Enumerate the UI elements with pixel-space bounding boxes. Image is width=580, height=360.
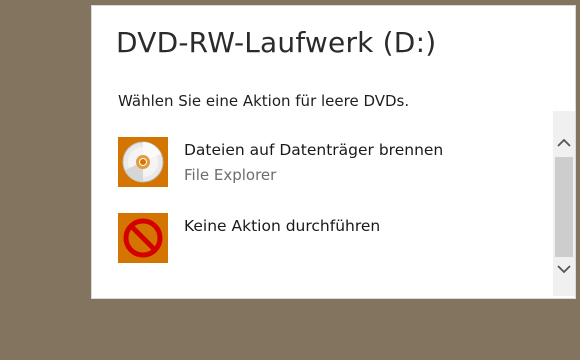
action-burn-sublabel: File Explorer bbox=[184, 166, 277, 184]
desktop-background: DVD-RW-Laufwerk (D:) Wählen Sie eine Akt… bbox=[0, 0, 580, 360]
action-burn-label: Dateien auf Datenträger brennen bbox=[184, 141, 444, 159]
scroll-down-button[interactable] bbox=[553, 259, 575, 279]
action-no-action-label: Keine Aktion durchführen bbox=[184, 217, 381, 235]
disc-burn-icon bbox=[118, 137, 168, 187]
autoplay-dialog: DVD-RW-Laufwerk (D:) Wählen Sie eine Akt… bbox=[92, 6, 575, 298]
vertical-scrollbar[interactable] bbox=[553, 111, 575, 296]
scrollbar-thumb[interactable] bbox=[555, 157, 573, 257]
chevron-up-icon bbox=[557, 138, 571, 147]
dialog-title: DVD-RW-Laufwerk (D:) bbox=[116, 26, 437, 59]
action-burn-files[interactable]: Dateien auf Datenträger brennen File Exp… bbox=[118, 137, 538, 189]
dialog-prompt: Wählen Sie eine Aktion für leere DVDs. bbox=[118, 92, 410, 110]
action-no-action[interactable]: Keine Aktion durchführen bbox=[118, 213, 538, 265]
no-action-icon bbox=[118, 213, 168, 263]
scroll-up-button[interactable] bbox=[553, 133, 575, 153]
chevron-down-icon bbox=[557, 265, 571, 274]
